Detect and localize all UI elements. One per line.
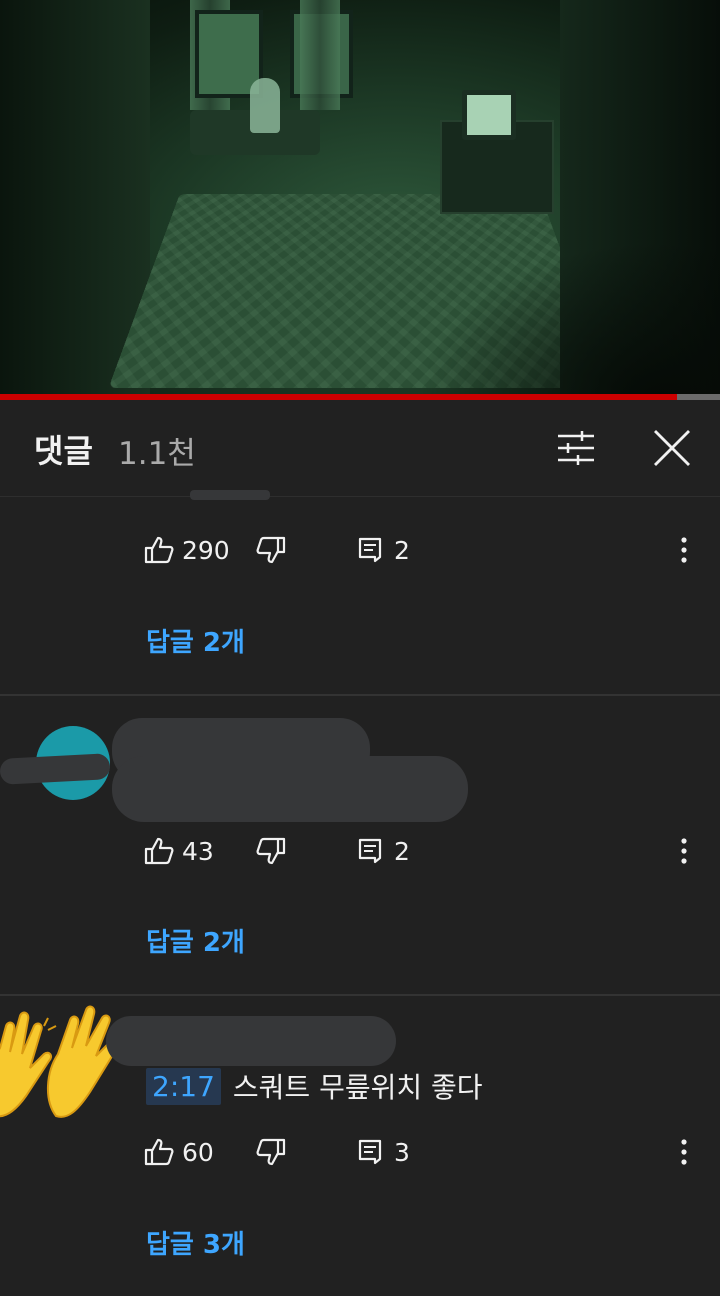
- close-comments-button[interactable]: [644, 420, 700, 476]
- reply-count: 3: [394, 1138, 410, 1167]
- like-count: 290: [182, 536, 230, 565]
- comments-header: 댓글 1.1천: [0, 400, 720, 497]
- thumbs-up-icon: [144, 536, 174, 564]
- video-scene-tv: [462, 90, 516, 140]
- video-scene-shadow: [420, 240, 720, 400]
- comment-icon: [358, 1139, 382, 1165]
- comment-item: 290 2 답글 2개: [0, 496, 720, 694]
- more-vert-icon: [680, 1139, 688, 1165]
- sliders-icon: [556, 431, 596, 465]
- video-player[interactable]: [0, 0, 720, 400]
- comments-count: 1.1천: [118, 428, 196, 473]
- dislike-button[interactable]: [256, 1138, 358, 1166]
- more-vert-icon: [680, 838, 688, 864]
- like-count: 43: [182, 837, 214, 866]
- reply-button[interactable]: 3: [358, 1138, 410, 1167]
- dislike-button[interactable]: [256, 837, 358, 865]
- timestamp-link[interactable]: 2:17: [146, 1068, 221, 1105]
- video-scene-figure: [250, 78, 280, 133]
- comment-actions: 60 3: [144, 1132, 410, 1172]
- like-button[interactable]: 60: [144, 1138, 256, 1167]
- comment-item: 2:17 스쿼트 무릎위치 좋다 60 3 답글 3개: [0, 996, 720, 1296]
- author-name-hidden: [106, 1016, 396, 1066]
- comments-title: 댓글: [34, 426, 93, 472]
- thumbs-down-icon: [256, 837, 286, 865]
- comment-text-hidden: [190, 490, 270, 500]
- reply-button[interactable]: 2: [358, 837, 410, 866]
- thumbs-down-icon: [256, 1138, 286, 1166]
- view-replies-link[interactable]: 답글 2개: [146, 922, 245, 959]
- view-replies-link[interactable]: 답글 2개: [146, 622, 245, 659]
- reply-count: 2: [394, 837, 410, 866]
- comment-icon: [358, 537, 382, 563]
- comment-body: 스쿼트 무릎위치 좋다: [233, 1066, 483, 1106]
- more-options-button[interactable]: [668, 528, 700, 572]
- like-button[interactable]: 290: [144, 536, 256, 565]
- comment-actions: 290 2: [144, 530, 410, 570]
- more-options-button[interactable]: [668, 1130, 700, 1174]
- dislike-button[interactable]: [256, 536, 358, 564]
- comment-icon: [358, 838, 382, 864]
- like-button[interactable]: 43: [144, 837, 256, 866]
- more-options-button[interactable]: [668, 829, 700, 873]
- comment-text-hidden: [112, 756, 468, 822]
- reply-count: 2: [394, 536, 410, 565]
- reply-button[interactable]: 2: [358, 536, 410, 565]
- thumbs-up-icon: [144, 837, 174, 865]
- comment-item: 43 2 답글 2개: [0, 696, 720, 994]
- thumbs-up-icon: [144, 1138, 174, 1166]
- thumbs-down-icon: [256, 536, 286, 564]
- more-vert-icon: [680, 537, 688, 563]
- close-icon: [654, 430, 690, 466]
- comment-actions: 43 2: [144, 831, 410, 871]
- sort-filter-button[interactable]: [548, 420, 604, 476]
- view-replies-link[interactable]: 답글 3개: [146, 1224, 245, 1261]
- video-scene-curtain: [300, 0, 340, 110]
- comment-text: 2:17 스쿼트 무릎위치 좋다: [146, 1066, 483, 1106]
- like-count: 60: [182, 1138, 214, 1167]
